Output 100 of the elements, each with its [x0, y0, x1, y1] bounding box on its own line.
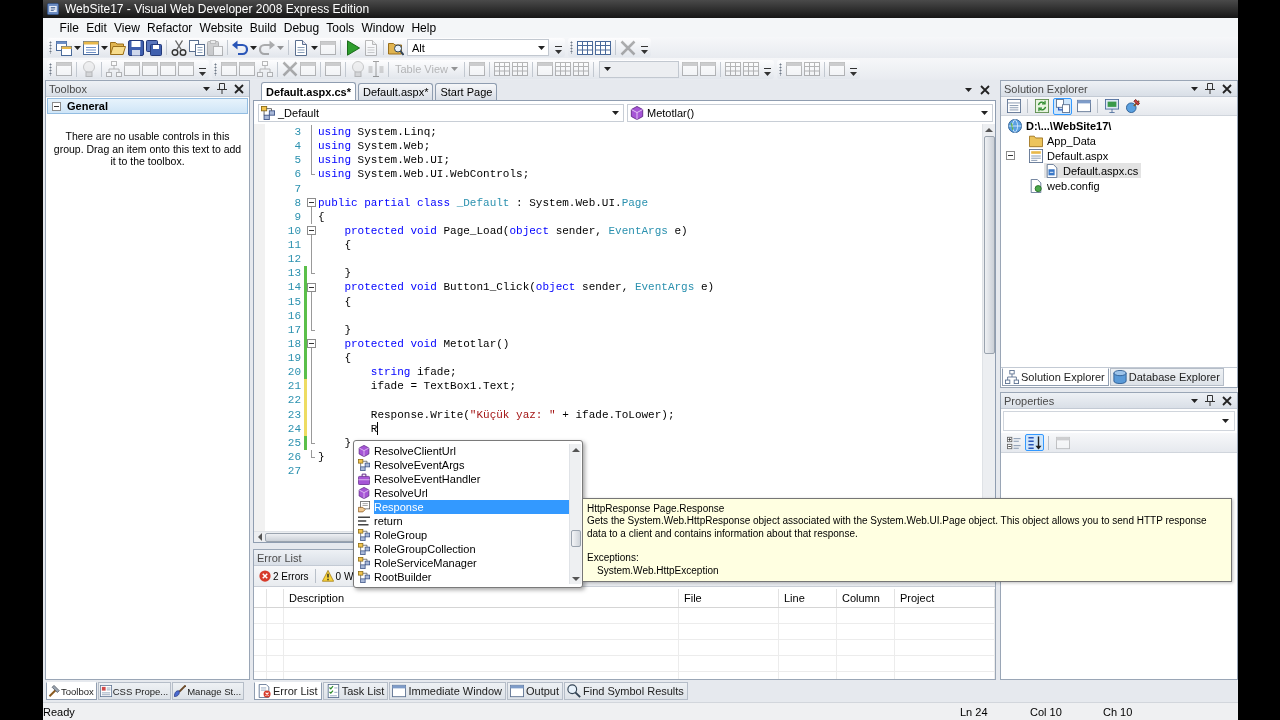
menu-item[interactable]: File [56, 20, 83, 35]
column-header[interactable]: File [679, 589, 779, 607]
collapse-icon[interactable] [1006, 151, 1015, 160]
caret-icon[interactable] [965, 88, 972, 92]
line-number: 18 [286, 336, 301, 351]
panel-tab[interactable]: Task List [322, 682, 389, 700]
column-header[interactable]: Description [284, 589, 679, 607]
pin-icon[interactable] [1205, 83, 1215, 94]
pin-icon[interactable] [1205, 395, 1215, 406]
tree-item[interactable]: Default.aspx [1028, 148, 1112, 163]
hammer-icon [48, 685, 60, 697]
table-icon [725, 61, 741, 77]
toolbar-button[interactable] [82, 38, 109, 57]
panel-tab[interactable]: Find Symbol Results [564, 682, 688, 700]
collapse-icon[interactable] [307, 339, 316, 349]
collapse-icon[interactable] [307, 198, 316, 208]
toolbar-button[interactable] [145, 38, 163, 57]
completion-item[interactable]: RoleGroup [358, 528, 569, 542]
tree-item[interactable]: web.config [1028, 178, 1103, 193]
completion-item[interactable]: return [358, 514, 569, 528]
caret-icon[interactable] [1191, 86, 1198, 91]
overflow-caret-icon[interactable] [850, 67, 857, 76]
scrollbar[interactable] [569, 444, 581, 584]
collapse-icon[interactable] [52, 101, 61, 111]
panel-tab[interactable]: Database Explorer [1109, 368, 1224, 386]
panel-tab[interactable]: Manage St... [172, 682, 245, 700]
menu-item[interactable]: Help [407, 20, 440, 35]
pin-icon[interactable] [217, 83, 227, 94]
panel-tab[interactable]: Error List [254, 682, 322, 700]
panel-tab[interactable]: Solution Explorer [1002, 368, 1109, 386]
toolbar-button[interactable] [127, 38, 145, 57]
panel-title: Toolbox [49, 82, 87, 95]
panel-tab[interactable]: Output [506, 682, 563, 700]
toolbar-button[interactable] [231, 38, 258, 57]
window-icon [239, 61, 255, 77]
group-header[interactable]: General [47, 98, 248, 114]
close-icon[interactable] [234, 83, 244, 94]
style-sheet-icon [99, 685, 112, 697]
menu-item[interactable]: Refactor [143, 20, 196, 35]
completion-item[interactable]: ResolveClientUrl [358, 444, 569, 458]
toolbar-button[interactable] [344, 38, 362, 57]
tree-item[interactable]: D:\...\WebSite17\ [1007, 118, 1115, 133]
menu-item[interactable]: View [110, 20, 144, 35]
toolbar-button[interactable] [292, 38, 319, 57]
document-tab[interactable]: Default.aspx* [358, 83, 434, 100]
menu-item[interactable]: Build [246, 20, 281, 35]
menu-item[interactable]: Window [357, 20, 408, 35]
line-number: 15 [286, 294, 301, 309]
document-tab[interactable]: Default.aspx.cs* [261, 82, 356, 100]
filter-button[interactable]: 2 Errors [257, 567, 311, 585]
toolbar-button[interactable] [1123, 97, 1142, 115]
completion-list[interactable]: ResolveClientUrl ResolveEventArgs ResolveEventHandler ResolveUrl Response return RoleGroup RoleGroupCollection RoleServiceManager RootBuilder [353, 440, 583, 588]
menu-item[interactable]: Debug [280, 20, 323, 35]
dropdown-field[interactable]: Alt [407, 39, 549, 56]
overflow-caret-icon[interactable] [764, 67, 771, 76]
column-header[interactable]: Project [895, 589, 995, 607]
briefcase-icon [358, 473, 370, 485]
window-icon [178, 61, 194, 77]
document-icon [363, 39, 379, 56]
overflow-caret-icon[interactable] [641, 46, 648, 54]
completion-item[interactable]: RoleServiceManager [358, 556, 569, 570]
caret-icon[interactable] [1191, 398, 1198, 403]
collapse-icon[interactable] [307, 226, 316, 236]
toolbar-button[interactable] [55, 38, 82, 57]
toolbar-button[interactable] [576, 38, 594, 57]
filter-button[interactable]: 0 W [319, 567, 356, 585]
close-icon[interactable] [1222, 83, 1232, 94]
window-list-icon [83, 39, 99, 56]
menu-item[interactable]: Edit [82, 20, 111, 35]
toolbar-button[interactable] [1004, 434, 1023, 451]
toolbar-button[interactable] [1025, 434, 1044, 451]
caret-icon[interactable] [203, 86, 210, 91]
column-header[interactable]: Column [837, 589, 895, 607]
completion-item[interactable]: ResolveEventHandler [358, 472, 569, 486]
overflow-caret-icon[interactable] [199, 67, 206, 76]
tree-item[interactable]: App_Data [1028, 133, 1099, 148]
nested-files-icon [1055, 99, 1070, 113]
completion-item[interactable]: RoleGroupCollection [358, 542, 569, 556]
panel-tab[interactable]: CSS Prope... [97, 682, 172, 700]
panel-tab[interactable]: Immediate Window [389, 682, 506, 700]
column-header[interactable]: Line [779, 589, 837, 607]
window-icon [1055, 435, 1070, 450]
menu-item[interactable]: Tools [322, 20, 358, 35]
overflow-caret-icon[interactable] [555, 46, 562, 54]
type-dropdown[interactable]: _Default [258, 104, 624, 122]
toolbar-button[interactable] [170, 38, 188, 57]
toolbar-button[interactable] [594, 38, 612, 57]
close-icon[interactable] [1222, 395, 1232, 406]
document-tab[interactable]: Start Page [435, 83, 498, 100]
member-dropdown[interactable]: Metotlar() [627, 104, 993, 122]
char-indicator: Ch 10 [1103, 705, 1133, 718]
menu-item[interactable]: Website [195, 20, 247, 35]
panel-tab[interactable]: Toolbox [46, 682, 97, 700]
tree-item[interactable]: Default.aspx.cs [1044, 163, 1142, 178]
close-icon[interactable] [980, 85, 990, 95]
collapse-icon[interactable] [307, 282, 316, 292]
completion-item[interactable]: ResolveUrl [358, 486, 569, 500]
completion-item[interactable]: RootBuilder [358, 570, 569, 584]
hierarchy-icon [1005, 370, 1019, 384]
completion-item[interactable]: ResolveEventArgs [358, 458, 569, 472]
